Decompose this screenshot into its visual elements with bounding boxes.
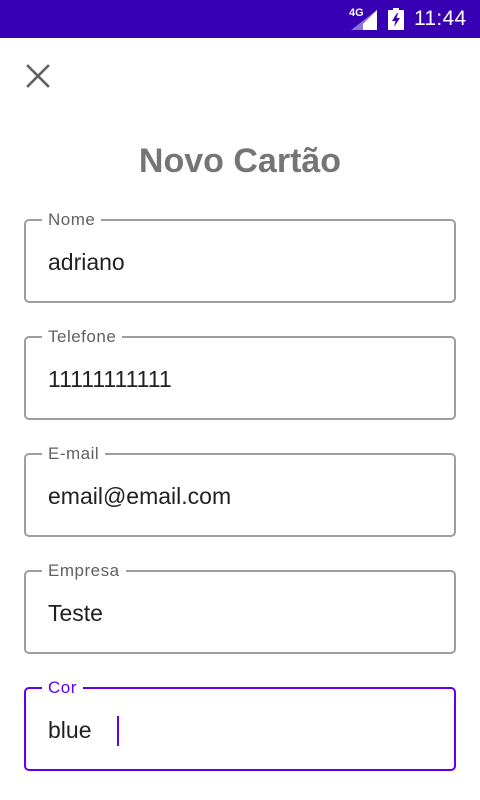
name-field-label: Nome [42, 210, 102, 230]
color-field[interactable]: Cor [24, 678, 456, 771]
email-field-label: E-mail [42, 444, 106, 464]
close-button[interactable] [18, 56, 58, 96]
phone-field-label: Telefone [42, 327, 123, 347]
company-field-label: Empresa [42, 561, 126, 581]
name-field[interactable]: Nome [24, 210, 456, 303]
color-input[interactable] [48, 713, 438, 747]
phone-field[interactable]: Telefone [24, 327, 456, 420]
color-field-label: Cor [42, 678, 83, 698]
text-cursor [117, 716, 119, 746]
battery-charging-icon [388, 8, 404, 30]
status-clock: 11:44 [414, 7, 467, 30]
phone-input[interactable] [48, 362, 438, 396]
email-field[interactable]: E-mail [24, 444, 456, 537]
signal-icon [351, 10, 377, 30]
status-bar: 4G 11:44 [0, 0, 480, 38]
company-field[interactable]: Empresa [24, 561, 456, 654]
name-input[interactable] [48, 245, 438, 279]
email-input[interactable] [48, 479, 438, 513]
close-icon [26, 64, 50, 88]
page-title: Novo Cartão [138, 142, 342, 180]
company-input[interactable] [48, 596, 438, 630]
